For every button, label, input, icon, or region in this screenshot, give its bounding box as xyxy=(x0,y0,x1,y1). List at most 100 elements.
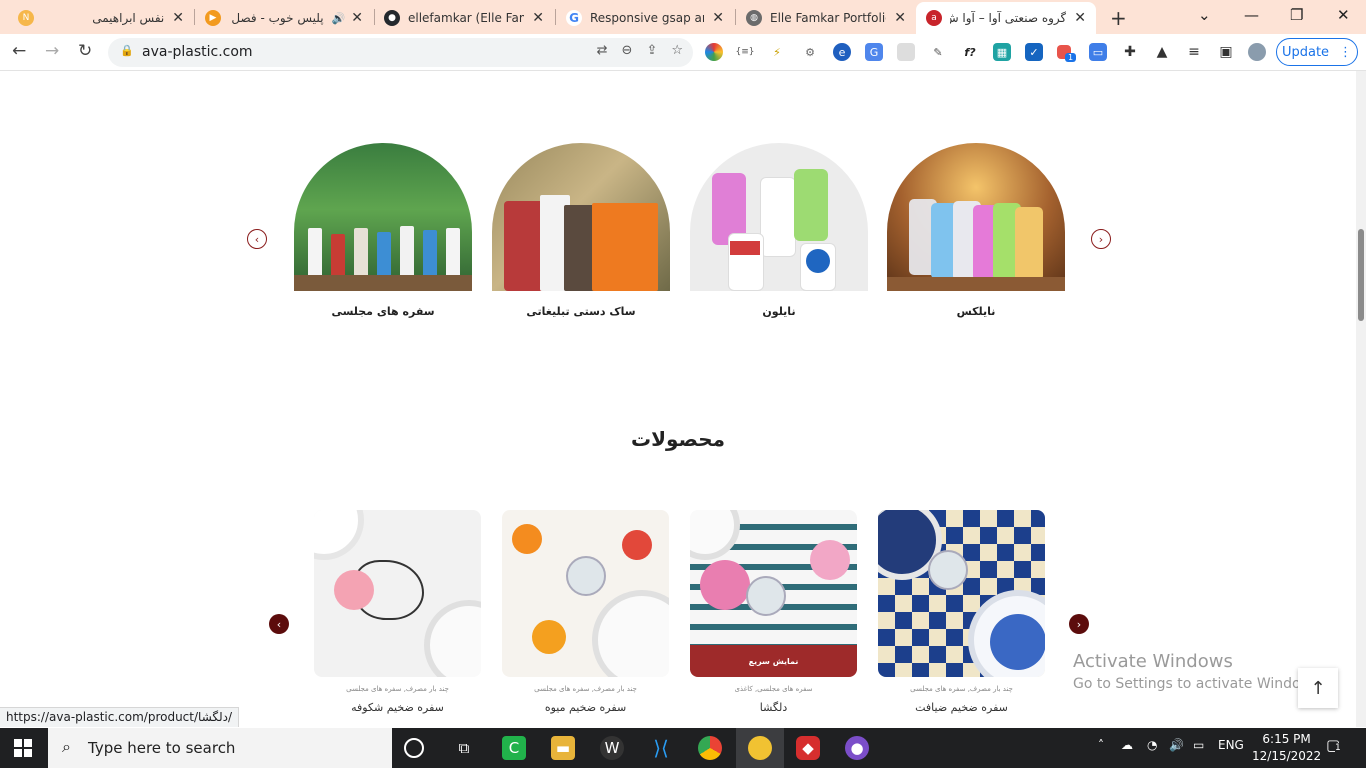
product-name[interactable]: دلگشا xyxy=(690,701,857,714)
wifi-icon[interactable]: ◔ xyxy=(1147,738,1157,752)
pycharm-icon[interactable]: C xyxy=(502,736,526,760)
close-tab-icon[interactable]: ✕ xyxy=(532,10,544,26)
minimize-button[interactable]: — xyxy=(1244,6,1259,24)
close-tab-icon[interactable]: ✕ xyxy=(1074,10,1086,26)
tab-gsap[interactable]: G Responsive gsap anim ✕ xyxy=(556,2,734,34)
volume-icon[interactable]: 🔊 xyxy=(1169,738,1184,752)
product-categories[interactable]: چند بار مصرف, سفره های مجلسی xyxy=(314,685,481,693)
category-card[interactable]: نایلون xyxy=(690,143,868,318)
product-card[interactable]: چند بار مصرف, سفره های مجلسی سفره ضخیم ض… xyxy=(878,510,1045,714)
category-image[interactable] xyxy=(690,143,868,291)
back-button[interactable]: ← xyxy=(12,41,26,61)
product-card[interactable]: چند بار مصرف, سفره های مجلسی سفره ضخیم م… xyxy=(502,510,669,714)
screen-extension-icon[interactable]: ▭ xyxy=(1089,43,1107,61)
category-card[interactable]: نایلکس xyxy=(887,143,1065,318)
quick-view-button[interactable]: نمایش سریع xyxy=(690,645,857,677)
close-tab-icon[interactable]: ✕ xyxy=(712,10,724,26)
translate-extension-icon[interactable]: G xyxy=(865,43,883,61)
new-tab-button[interactable]: + xyxy=(1110,6,1127,30)
category-label[interactable]: نایلون xyxy=(690,305,868,318)
tab-github[interactable]: ● ellefamkar (Elle Famkar ✕ xyxy=(374,2,554,34)
address-url[interactable]: ava-plastic.com xyxy=(142,44,253,60)
close-tab-icon[interactable]: ✕ xyxy=(351,10,363,26)
speaker-icon[interactable]: 🔊 xyxy=(332,12,346,25)
flask-icon[interactable]: ▲ xyxy=(1153,43,1171,61)
cortana-icon[interactable] xyxy=(404,738,424,758)
translate-icon[interactable]: ⇄ xyxy=(597,43,608,58)
category-card[interactable]: سفره های مجلسی xyxy=(294,143,472,318)
lock-icon[interactable]: 🔒 xyxy=(120,44,134,57)
category-image[interactable] xyxy=(294,143,472,291)
category-prev-arrow-icon[interactable]: ‹ xyxy=(247,229,267,249)
notification-icon[interactable]: ▢ 1 xyxy=(1326,736,1341,754)
color-picker-extension-icon[interactable] xyxy=(705,43,723,61)
product-image[interactable] xyxy=(314,510,481,677)
address-bar[interactable]: 🔒 ava-plastic.com ⇄ ⊖ ⇪ ☆ xyxy=(108,38,693,67)
battery-icon[interactable]: ▭ xyxy=(1193,738,1204,752)
close-tab-icon[interactable]: ✕ xyxy=(172,10,184,26)
product-name[interactable]: سفره ضخیم میوه xyxy=(502,701,669,714)
file-explorer-icon[interactable]: ▬ xyxy=(551,736,575,760)
edit-extension-icon[interactable]: e xyxy=(833,43,851,61)
json-extension-icon[interactable]: {≡} xyxy=(736,43,755,61)
products-next-arrow-icon[interactable]: › xyxy=(1069,614,1089,634)
product-name[interactable]: سفره ضخیم ضیافت xyxy=(878,701,1045,714)
menu-dots-icon[interactable]: ⋮ xyxy=(1339,45,1352,60)
scroll-to-top-button[interactable]: ↑ xyxy=(1298,668,1338,708)
product-name[interactable]: سفره ضخیم شکوفه xyxy=(314,701,481,714)
language-indicator[interactable]: ENG xyxy=(1218,738,1244,752)
task-view-icon[interactable]: ⧉ xyxy=(452,736,476,760)
chrome-icon[interactable] xyxy=(698,736,722,760)
chrome-canary-icon[interactable] xyxy=(748,736,772,760)
webstorm-icon[interactable]: W xyxy=(600,736,624,760)
tab-police[interactable]: ▶ پلیس خوب - فصل 🔊 ✕ xyxy=(195,2,373,34)
grid-extension-icon[interactable]: ▦ xyxy=(993,43,1011,61)
eyedropper-extension-icon[interactable]: ✎ xyxy=(929,43,947,61)
tab-search-chevron-icon[interactable]: ⌄ xyxy=(1198,6,1211,24)
category-label[interactable]: ساک دستی تبلیغاتی xyxy=(492,305,670,318)
tab-ava-active[interactable]: a گروه صنعتی آوا – آوا ش ✕ xyxy=(916,2,1096,34)
product-categories[interactable]: چند بار مصرف, سفره های مجلسی xyxy=(502,685,669,693)
profile-avatar[interactable] xyxy=(1248,43,1266,61)
category-label[interactable]: نایلکس xyxy=(887,305,1065,318)
onedrive-icon[interactable]: ☁ xyxy=(1121,738,1133,752)
vscode-icon[interactable]: ⟩⟨ xyxy=(649,736,673,760)
product-image[interactable] xyxy=(502,510,669,677)
category-label[interactable]: سفره های مجلسی xyxy=(294,305,472,318)
font-extension-icon[interactable]: f? xyxy=(961,43,979,61)
zoom-icon[interactable]: ⊖ xyxy=(622,43,633,58)
blank-extension-icon[interactable] xyxy=(897,43,915,61)
product-categories[interactable]: چند بار مصرف, سفره های مجلسی xyxy=(878,685,1045,693)
system-clock[interactable]: 6:15 PM 12/15/2022 xyxy=(1252,731,1321,765)
product-image[interactable] xyxy=(878,510,1045,677)
product-categories[interactable]: سفره های مجلسی, کاغذی xyxy=(690,685,857,693)
side-panel-icon[interactable]: ▣ xyxy=(1217,43,1235,61)
category-image[interactable] xyxy=(492,143,670,291)
share-icon[interactable]: ⇪ xyxy=(646,43,657,58)
reading-list-icon[interactable]: ≡ xyxy=(1185,43,1203,61)
windows-start-icon[interactable] xyxy=(14,739,32,757)
update-button[interactable]: Update ⋮ xyxy=(1276,38,1358,66)
product-card[interactable]: چند بار مصرف, سفره های مجلسی سفره ضخیم ش… xyxy=(314,510,481,714)
restore-button[interactable]: ❐ xyxy=(1290,6,1303,24)
category-next-arrow-icon[interactable]: › xyxy=(1091,229,1111,249)
tab-portfolio[interactable]: ◍ Elle Famkar Portfolio ✕ xyxy=(736,2,916,34)
tab-nafas[interactable]: N نفس ابراهیمی ✕ xyxy=(8,2,194,34)
github-desktop-icon[interactable]: ● xyxy=(845,736,869,760)
forward-button[interactable]: → xyxy=(45,41,59,61)
brave-icon[interactable]: ◆ xyxy=(796,736,820,760)
lightning-extension-icon[interactable]: ⚡ xyxy=(768,43,786,61)
taskbar-search-box[interactable]: ⌕ Type here to search xyxy=(48,728,392,768)
close-window-button[interactable]: ✕ xyxy=(1337,6,1350,24)
bookmark-star-icon[interactable]: ☆ xyxy=(671,43,683,58)
check-extension-icon[interactable]: ✓ xyxy=(1025,43,1043,61)
scrollbar-thumb[interactable] xyxy=(1358,229,1364,321)
close-tab-icon[interactable]: ✕ xyxy=(894,10,906,26)
page-scrollbar[interactable] xyxy=(1356,71,1366,727)
product-image[interactable]: نمایش سریع xyxy=(690,510,857,677)
product-card[interactable]: نمایش سریع سفره های مجلسی, کاغذی دلگشا xyxy=(690,510,857,714)
category-card[interactable]: ساک دستی تبلیغاتی xyxy=(492,143,670,318)
reload-button[interactable]: ↻ xyxy=(78,41,92,61)
tray-chevron-icon[interactable]: ˄ xyxy=(1098,738,1104,752)
products-prev-arrow-icon[interactable]: ‹ xyxy=(269,614,289,634)
